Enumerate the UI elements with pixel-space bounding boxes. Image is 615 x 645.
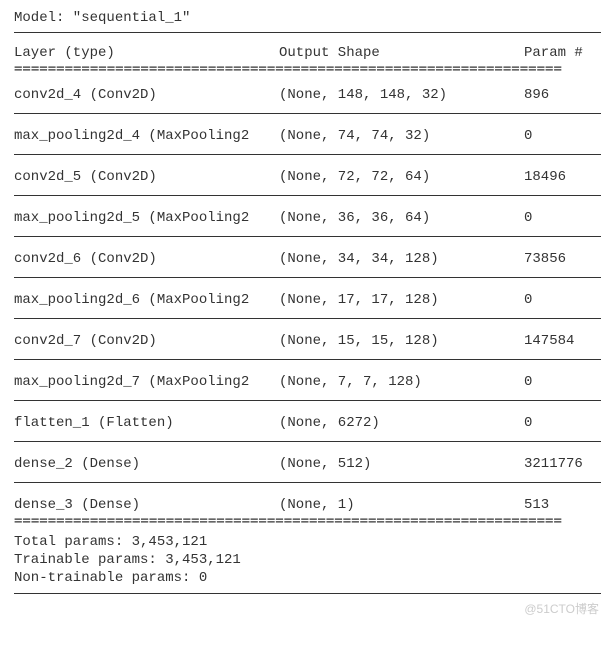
- table-row: conv2d_5 (Conv2D)(None, 72, 72, 64)18496: [14, 161, 601, 189]
- cell-param: 0: [524, 415, 601, 431]
- rule-top: [14, 32, 601, 33]
- cell-shape: (None, 72, 72, 64): [279, 169, 524, 185]
- cell-param: 147584: [524, 333, 601, 349]
- cell-layer: max_pooling2d_7 (MaxPooling2: [14, 374, 279, 390]
- cell-param: 513: [524, 497, 601, 513]
- cell-param: 0: [524, 374, 601, 390]
- cell-shape: (None, 34, 34, 128): [279, 251, 524, 267]
- table-row: max_pooling2d_4 (MaxPooling2(None, 74, 7…: [14, 120, 601, 148]
- table-row: conv2d_4 (Conv2D)(None, 148, 148, 32)896: [14, 79, 601, 107]
- header-param: Param #: [524, 45, 601, 61]
- cell-shape: (None, 36, 36, 64): [279, 210, 524, 226]
- summary-footer: Total params: 3,453,121 Trainable params…: [14, 531, 601, 587]
- cell-param: 3211776: [524, 456, 601, 472]
- cell-param: 896: [524, 87, 601, 103]
- cell-layer: dense_2 (Dense): [14, 456, 279, 472]
- table-row: max_pooling2d_5 (MaxPooling2(None, 36, 3…: [14, 202, 601, 230]
- row-divider: [14, 400, 601, 401]
- row-divider: [14, 277, 601, 278]
- row-divider: [14, 236, 601, 237]
- table-row: max_pooling2d_6 (MaxPooling2(None, 17, 1…: [14, 284, 601, 312]
- table-row: dense_3 (Dense)(None, 1)513: [14, 489, 601, 517]
- table-row: conv2d_6 (Conv2D)(None, 34, 34, 128)7385…: [14, 243, 601, 271]
- trainable-params: Trainable params: 3,453,121: [14, 551, 601, 569]
- cell-layer: max_pooling2d_4 (MaxPooling2: [14, 128, 279, 144]
- row-divider: [14, 482, 601, 483]
- row-divider: [14, 318, 601, 319]
- total-params: Total params: 3,453,121: [14, 533, 601, 551]
- table-row: conv2d_7 (Conv2D)(None, 15, 15, 128)1475…: [14, 325, 601, 353]
- cell-shape: (None, 15, 15, 128): [279, 333, 524, 349]
- row-divider: [14, 113, 601, 114]
- watermark: @51CTO博客: [524, 600, 599, 617]
- cell-param: 0: [524, 128, 601, 144]
- table-row: flatten_1 (Flatten)(None, 6272)0: [14, 407, 601, 435]
- cell-shape: (None, 7, 7, 128): [279, 374, 524, 390]
- cell-param: 0: [524, 292, 601, 308]
- cell-shape: (None, 6272): [279, 415, 524, 431]
- header-shape: Output Shape: [279, 45, 524, 61]
- cell-layer: dense_3 (Dense): [14, 497, 279, 513]
- rule-double-bottom: ========================================…: [14, 517, 601, 531]
- cell-layer: max_pooling2d_6 (MaxPooling2: [14, 292, 279, 308]
- model-title: Model: "sequential_1": [14, 10, 601, 26]
- header-layer: Layer (type): [14, 45, 279, 61]
- cell-layer: conv2d_7 (Conv2D): [14, 333, 279, 349]
- nontrainable-params: Non-trainable params: 0: [14, 569, 601, 587]
- cell-layer: conv2d_6 (Conv2D): [14, 251, 279, 267]
- cell-shape: (None, 17, 17, 128): [279, 292, 524, 308]
- table-header: Layer (type) Output Shape Param #: [14, 39, 601, 65]
- cell-layer: flatten_1 (Flatten): [14, 415, 279, 431]
- cell-shape: (None, 148, 148, 32): [279, 87, 524, 103]
- row-divider: [14, 195, 601, 196]
- row-divider: [14, 441, 601, 442]
- rule-double-top: ========================================…: [14, 65, 601, 79]
- cell-param: 18496: [524, 169, 601, 185]
- rule-bottom: [14, 593, 601, 594]
- row-divider: [14, 359, 601, 360]
- table-row: max_pooling2d_7 (MaxPooling2(None, 7, 7,…: [14, 366, 601, 394]
- row-divider: [14, 154, 601, 155]
- cell-param: 73856: [524, 251, 601, 267]
- cell-layer: conv2d_5 (Conv2D): [14, 169, 279, 185]
- cell-shape: (None, 1): [279, 497, 524, 513]
- cell-param: 0: [524, 210, 601, 226]
- cell-shape: (None, 512): [279, 456, 524, 472]
- cell-shape: (None, 74, 74, 32): [279, 128, 524, 144]
- cell-layer: max_pooling2d_5 (MaxPooling2: [14, 210, 279, 226]
- table-row: dense_2 (Dense)(None, 512)3211776: [14, 448, 601, 476]
- cell-layer: conv2d_4 (Conv2D): [14, 87, 279, 103]
